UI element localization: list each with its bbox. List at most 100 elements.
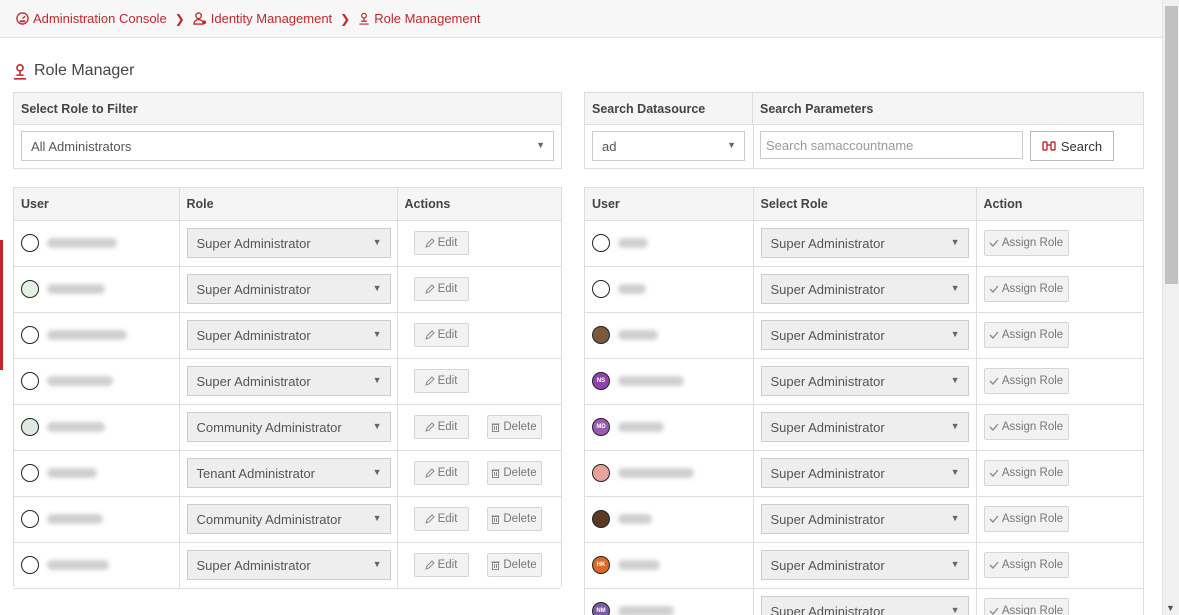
assign-role-button[interactable]: Assign Role (983, 368, 1069, 394)
delete-button[interactable]: Delete (486, 461, 542, 485)
role-select[interactable]: Community Administrator ▼ (186, 412, 391, 442)
role-value: Community Administrator (196, 419, 342, 435)
user-name-redacted (618, 238, 648, 248)
dashboard-icon (16, 12, 29, 25)
select-role-dropdown[interactable]: Super Administrator ▼ (760, 550, 969, 580)
assign-role-button[interactable]: Assign Role (983, 322, 1069, 348)
select-role-dropdown[interactable]: Super Administrator ▼ (760, 320, 969, 350)
role-select[interactable]: Super Administrator ▼ (186, 550, 391, 580)
assign-role-button[interactable]: Assign Role (983, 230, 1069, 256)
delete-button[interactable]: Delete (486, 553, 542, 577)
user-name-redacted (47, 468, 97, 478)
avatar (21, 556, 39, 574)
avatar (592, 464, 610, 482)
avatar (21, 464, 39, 482)
assign-role-button[interactable]: Assign Role (983, 598, 1069, 615)
role-icon (358, 12, 370, 25)
role-filter-header: Select Role to Filter (21, 101, 138, 116)
delete-button[interactable]: Delete (486, 415, 542, 439)
assign-role-button[interactable]: Assign Role (983, 276, 1069, 302)
assign-role-label: Assign Role (1001, 605, 1064, 615)
user-name-redacted (47, 422, 105, 432)
delete-label: Delete (503, 467, 537, 479)
select-role-dropdown[interactable]: Super Administrator ▼ (760, 596, 969, 615)
scroll-down-arrow-icon[interactable]: ▼ (1166, 603, 1175, 613)
delete-label: Delete (503, 559, 537, 571)
table-row: Community Administrator ▼ Edit Delete (14, 404, 561, 451)
breadcrumb-item-role-management[interactable]: Role Management (358, 11, 480, 26)
avatar-initials: NS (596, 378, 606, 384)
column-header-role: Role (179, 188, 398, 221)
role-select[interactable]: Super Administrator ▼ (186, 274, 391, 304)
edit-button[interactable]: Edit (413, 461, 469, 485)
edit-button[interactable]: Edit (413, 553, 469, 577)
assign-role-button[interactable]: Assign Role (983, 552, 1069, 578)
column-header-action: Action (976, 188, 1143, 221)
role-select[interactable]: Super Administrator ▼ (186, 228, 391, 258)
table-row: Super Administrator ▼ Assign Role (585, 496, 1143, 543)
caret-down-icon: ▼ (372, 421, 382, 431)
edit-button[interactable]: Edit (413, 323, 469, 347)
pencil-icon (424, 468, 435, 478)
trash-icon (491, 560, 500, 570)
avatar (21, 234, 39, 252)
assign-role-button[interactable]: Assign Role (983, 414, 1069, 440)
datasource-select[interactable]: ad ▼ (592, 131, 745, 161)
user-name-redacted (47, 560, 109, 570)
select-role-dropdown[interactable]: Super Administrator ▼ (760, 458, 969, 488)
datasource-header: Search Datasource (585, 93, 753, 124)
breadcrumb-item-admin-console[interactable]: Administration Console (16, 11, 167, 26)
edit-button[interactable]: Edit (413, 507, 469, 531)
delete-button[interactable]: Delete (486, 507, 542, 531)
search-button[interactable]: Search (1030, 131, 1114, 161)
role-value: Super Administrator (770, 373, 885, 389)
check-icon (989, 515, 999, 523)
avatar (21, 280, 39, 298)
role-select[interactable]: Tenant Administrator ▼ (186, 458, 391, 488)
select-role-dropdown[interactable]: Super Administrator ▼ (760, 228, 969, 258)
avatar (592, 280, 610, 298)
select-role-dropdown[interactable]: Super Administrator ▼ (760, 504, 969, 534)
caret-down-icon: ▼ (372, 559, 382, 569)
edit-button[interactable]: Edit (413, 415, 469, 439)
table-row: Super Administrator ▼ Assign Role (585, 450, 1143, 497)
breadcrumb-item-identity-management[interactable]: Identity Management (193, 11, 332, 26)
user-name-redacted (618, 284, 646, 294)
caret-down-icon: ▼ (950, 605, 960, 615)
user-name-redacted (47, 330, 127, 340)
avatar (21, 326, 39, 344)
caret-down-icon: ▼ (950, 513, 960, 523)
role-value: Super Administrator (770, 557, 885, 573)
role-select[interactable]: Super Administrator ▼ (186, 320, 391, 350)
avatar (21, 372, 39, 390)
search-params-header: Search Parameters (760, 101, 874, 116)
breadcrumb-label: Identity Management (210, 11, 333, 26)
search-input[interactable]: Search samaccountname (760, 131, 1023, 159)
table-row: Tenant Administrator ▼ Edit Delete (14, 450, 561, 497)
edit-button[interactable]: Edit (413, 277, 469, 301)
avatar-initials: HK (596, 562, 606, 568)
pencil-icon (424, 238, 435, 248)
column-header-select-role: Select Role (753, 188, 977, 221)
scrollbar-thumb[interactable] (1165, 6, 1178, 284)
page-scrollbar[interactable]: ▼ (1162, 0, 1179, 615)
assign-role-button[interactable]: Assign Role (983, 460, 1069, 486)
role-value: Super Administrator (770, 281, 885, 297)
role-filter-select[interactable]: All Administrators ▼ (21, 131, 554, 161)
avatar: MD (592, 418, 610, 436)
avatar (592, 234, 610, 252)
assign-role-button[interactable]: Assign Role (983, 506, 1069, 532)
role-select[interactable]: Super Administrator ▼ (186, 366, 391, 396)
caret-down-icon: ▼ (950, 421, 960, 431)
role-select[interactable]: Community Administrator ▼ (186, 504, 391, 534)
check-icon (989, 377, 999, 385)
select-role-dropdown[interactable]: Super Administrator ▼ (760, 274, 969, 304)
edit-button[interactable]: Edit (413, 369, 469, 393)
assign-role-label: Assign Role (1001, 375, 1064, 387)
avatar (592, 326, 610, 344)
caret-down-icon: ▼ (950, 329, 960, 339)
select-role-dropdown[interactable]: Super Administrator ▼ (760, 366, 969, 396)
edit-button[interactable]: Edit (413, 231, 469, 255)
caret-down-icon: ▼ (950, 467, 960, 477)
select-role-dropdown[interactable]: Super Administrator ▼ (760, 412, 969, 442)
